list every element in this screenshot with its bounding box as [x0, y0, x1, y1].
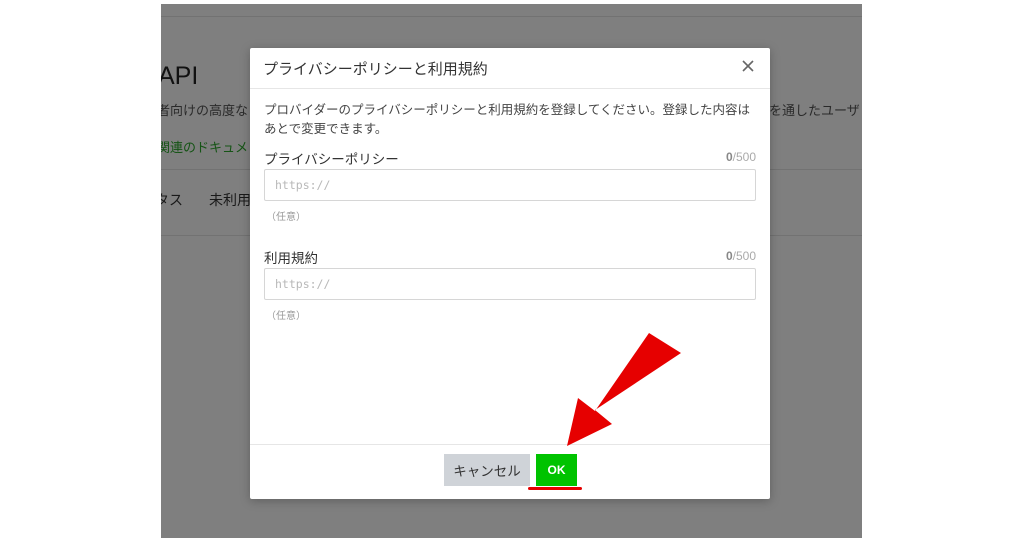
annotation-arrow-icon	[567, 333, 681, 446]
